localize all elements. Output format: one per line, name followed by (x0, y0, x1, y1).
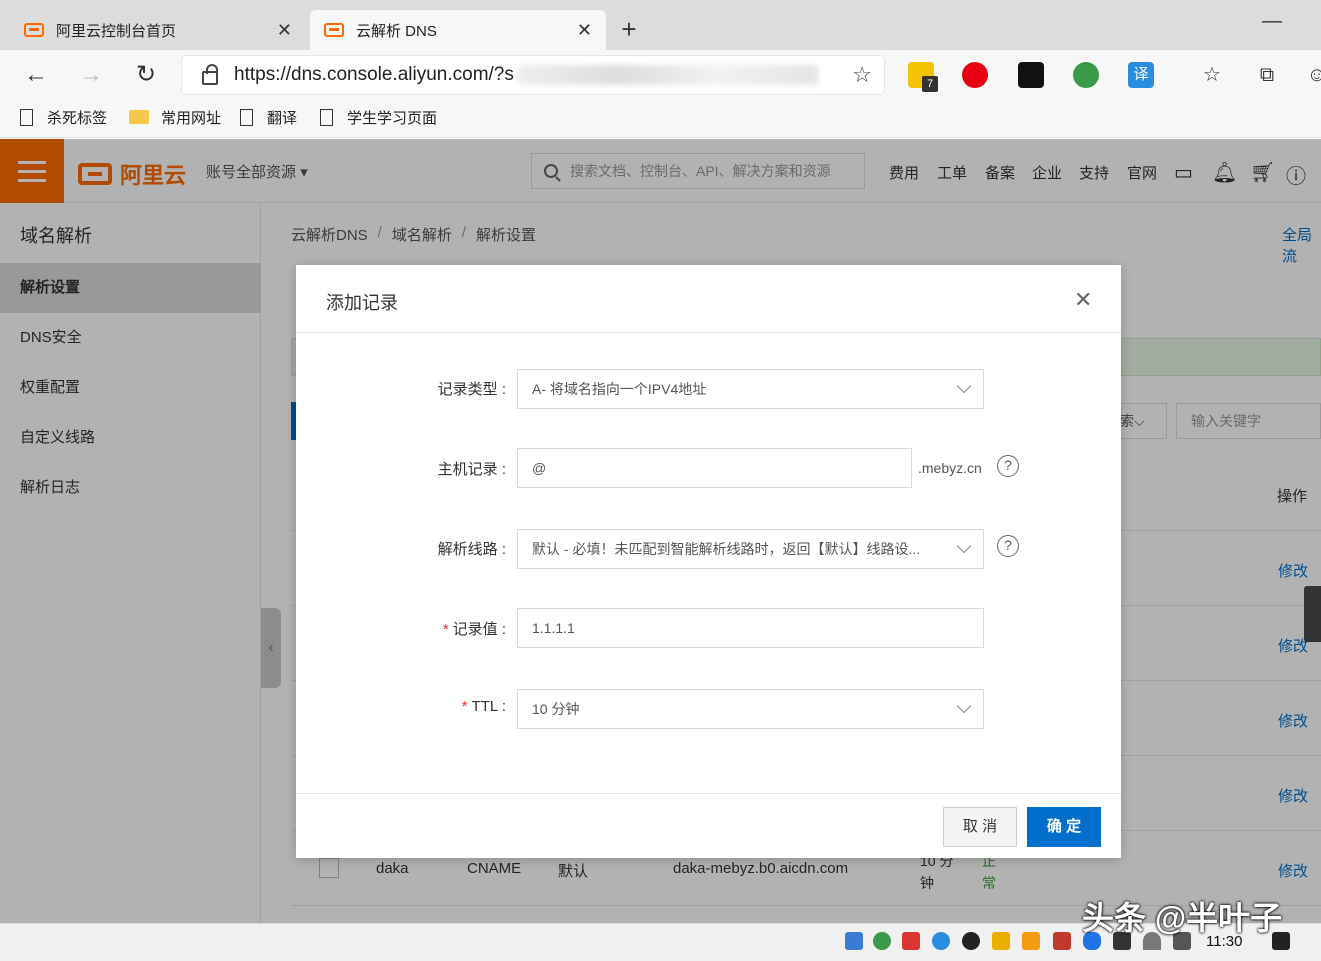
translate-icon[interactable]: 译 (1128, 62, 1154, 88)
minimize-button[interactable]: — (1262, 10, 1282, 33)
record-value-input[interactable]: 1.1.1.1 (517, 608, 984, 648)
close-icon[interactable]: ✕ (577, 20, 592, 41)
bookmark-folder[interactable]: 常用网址 (129, 104, 221, 130)
extension-icon[interactable]: 7 (908, 62, 938, 92)
address-bar[interactable]: https://dns.console.aliyun.com/?s ☆ (182, 56, 884, 94)
record-type-select[interactable]: A- 将域名指向一个IPV4地址 (517, 369, 984, 409)
page-icon (320, 108, 333, 126)
line-label: 解析线路 : (437, 541, 506, 558)
tray-app-icon[interactable] (845, 932, 863, 950)
tab-title: 云解析 DNS (356, 22, 437, 40)
tray-app-icon[interactable] (1022, 932, 1040, 950)
record-type-label: 记录类型 : (437, 381, 506, 398)
tampermonkey-icon[interactable] (1018, 62, 1044, 88)
tab-aliyun-console[interactable]: 阿里云控制台首页 ✕ (10, 10, 306, 50)
record-value-label: * 记录值 : (442, 621, 506, 638)
profile-icon[interactable]: ☺ (1300, 58, 1321, 92)
help-icon[interactable]: ? (997, 535, 1019, 557)
aliyun-favicon-icon (324, 23, 344, 37)
tray-qq-icon[interactable] (962, 932, 980, 950)
new-tab-button[interactable]: + (614, 14, 644, 45)
confirm-button[interactable]: 确 定 (1027, 807, 1101, 847)
ttl-select[interactable]: 10 分钟 (517, 689, 984, 729)
side-widget[interactable] (1304, 586, 1321, 642)
line-select[interactable]: 默认 - 必填！未匹配到智能解析线路时，返回【默认】线路设... (517, 529, 984, 569)
dialog-title: 添加记录 (326, 293, 398, 313)
watermark: 头条 @半叶子 (1082, 900, 1283, 936)
forward-arrow-icon[interactable]: → (74, 58, 108, 92)
lock-icon (202, 64, 218, 85)
close-icon[interactable]: ✕ (1074, 287, 1092, 313)
chevron-down-icon (956, 378, 972, 394)
page-icon (20, 108, 33, 126)
tray-globe-icon[interactable] (873, 932, 891, 950)
tray-shield-icon[interactable] (932, 932, 950, 950)
chevron-down-icon (956, 538, 972, 554)
folder-icon (129, 110, 149, 124)
extension-badge: 7 (922, 76, 938, 92)
tray-folder-icon[interactable] (992, 932, 1010, 950)
domain-suffix: .mebyz.cn (918, 460, 982, 476)
bookmark-item[interactable]: 翻译 (240, 104, 297, 130)
page-icon (240, 108, 253, 126)
bookmark-item[interactable]: 学生学习页面 (320, 104, 437, 130)
add-record-dialog: 添加记录 ✕ 记录类型 : A- 将域名指向一个IPV4地址 主机记录 : @ … (296, 265, 1121, 858)
globe-icon[interactable] (1073, 62, 1099, 88)
chevron-down-icon (956, 698, 972, 714)
host-label: 主机记录 : (437, 461, 506, 478)
ttl-label: * TTL : (461, 698, 506, 715)
required-mark: * (442, 621, 449, 638)
url-text: https://dns.console.aliyun.com/?s (234, 64, 514, 85)
help-icon[interactable]: ? (997, 455, 1019, 477)
aliyun-favicon-icon (24, 23, 44, 37)
refresh-icon[interactable]: ↻ (129, 58, 163, 92)
tray-app-icon[interactable] (902, 932, 920, 950)
back-arrow-icon[interactable]: ← (19, 58, 53, 92)
cancel-button[interactable]: 取 消 (943, 807, 1017, 847)
url-redacted (517, 65, 818, 85)
favorites-icon[interactable]: ☆ (1195, 58, 1229, 92)
tab-title: 阿里云控制台首页 (56, 22, 177, 40)
tray-app-icon[interactable] (1053, 932, 1071, 950)
close-icon[interactable]: ✕ (277, 20, 292, 41)
host-input[interactable]: @ (517, 448, 912, 488)
required-mark: * (461, 698, 468, 715)
collections-icon[interactable]: ⧉ (1250, 58, 1284, 92)
bookmark-item[interactable]: 杀死标签 (20, 104, 107, 130)
adblock-icon[interactable] (962, 62, 988, 88)
favorite-star-icon[interactable]: ☆ (852, 62, 872, 88)
tab-dns[interactable]: 云解析 DNS ✕ (310, 10, 606, 50)
